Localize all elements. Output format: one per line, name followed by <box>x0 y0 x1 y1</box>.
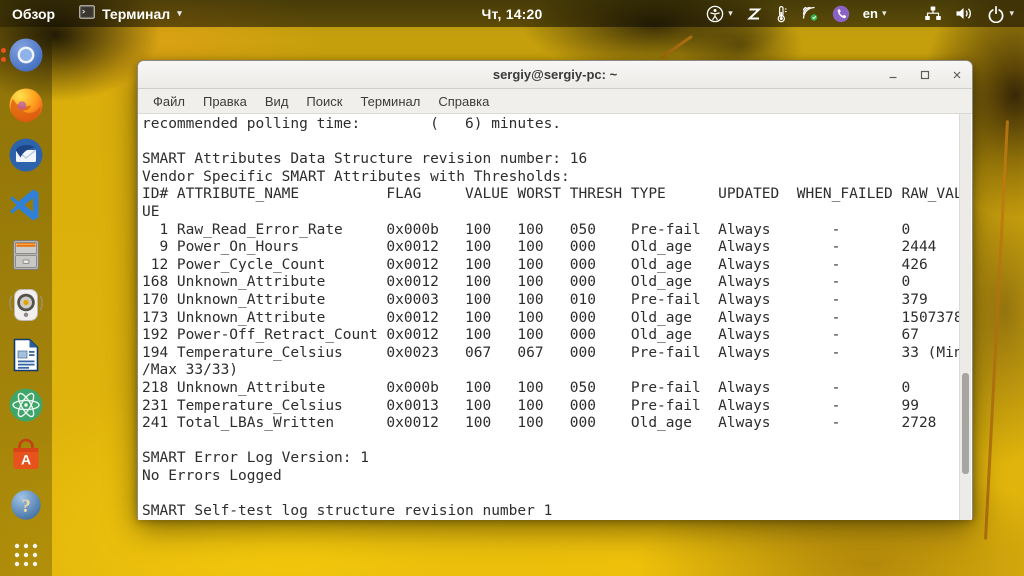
scrollbar-track[interactable] <box>959 114 971 520</box>
menu-view[interactable]: Вид <box>256 92 298 111</box>
terminal-menubar: Файл Правка Вид Поиск Терминал Справка <box>138 89 972 114</box>
window-titlebar[interactable]: sergiy@sergiy-pc: ~ <box>138 61 972 89</box>
file-cabinet-icon <box>7 236 45 274</box>
window-title: sergiy@sergiy-pc: ~ <box>492 67 618 82</box>
dock-item-atom[interactable] <box>6 386 46 424</box>
running-indicator-dots <box>1 48 6 62</box>
chevron-down-icon: ▾ <box>177 8 182 18</box>
thunderbird-icon <box>7 136 45 174</box>
speaker-app-icon <box>7 286 45 324</box>
dock-item-speaker-media[interactable] <box>6 286 46 324</box>
dock: A ? <box>0 27 52 576</box>
leaf-stem <box>660 34 693 60</box>
chevron-down-icon: ▾ <box>881 8 887 18</box>
wired-network-icon <box>924 5 942 22</box>
maximize-icon <box>920 70 930 79</box>
minimize-button[interactable] <box>884 66 902 84</box>
dock-item-vscode[interactable] <box>6 186 46 224</box>
close-icon <box>953 71 961 78</box>
help-icon: ? <box>8 487 44 523</box>
power-menu[interactable]: ▾ <box>987 5 1014 23</box>
scrollbar-thumb[interactable] <box>962 373 969 474</box>
terminal-icon <box>79 5 95 22</box>
maximize-button[interactable] <box>916 66 934 84</box>
accessibility-menu[interactable]: ▾ <box>706 5 733 23</box>
terminal-window: sergiy@sergiy-pc: ~ Файл Правка Вид Поис… <box>137 60 973 520</box>
activities-button[interactable]: Обзор <box>0 6 65 22</box>
top-panel: Обзор Терминал ▾ Чт, 14:20 ▾ en ▾ ▾ <box>0 0 1024 27</box>
menu-help[interactable]: Справка <box>429 92 498 111</box>
dock-item-chromium[interactable] <box>1 36 46 74</box>
viber-icon <box>832 5 850 23</box>
keyboard-layout-menu[interactable]: en ▾ <box>863 6 887 21</box>
network-signal-indicator[interactable] <box>801 5 819 22</box>
terminal-content-area[interactable]: recommended polling time: ( 6) minutes. … <box>138 114 972 520</box>
dock-item-libreoffice-writer[interactable] <box>6 336 46 374</box>
system-tray: ▾ en ▾ ▾ <box>706 5 1024 23</box>
menu-file[interactable]: Файл <box>144 92 194 111</box>
help-question-glyph: ? <box>21 496 30 517</box>
dock-item-ubuntu-software[interactable]: A <box>6 436 46 474</box>
software-a-glyph: A <box>21 452 31 468</box>
ubuntu-software-icon: A <box>7 436 45 474</box>
chevron-down-icon: ▾ <box>1009 8 1014 18</box>
firefox-icon <box>7 86 45 124</box>
chromium-icon <box>7 36 45 74</box>
focused-app-label: Терминал <box>102 5 171 22</box>
z-indicator-icon <box>746 6 762 22</box>
window-controls <box>884 61 966 88</box>
terminal-output[interactable]: recommended polling time: ( 6) minutes. … <box>138 114 972 520</box>
dock-item-firefox[interactable] <box>6 86 46 124</box>
keyboard-layout-label: en <box>862 6 878 21</box>
wired-network-indicator[interactable] <box>924 5 942 22</box>
minimize-icon <box>889 76 897 78</box>
z-indicator[interactable] <box>746 6 762 22</box>
show-applications-icon <box>11 540 41 570</box>
speaker-icon <box>955 5 974 22</box>
libreoffice-writer-icon <box>7 336 45 374</box>
viber-indicator[interactable] <box>832 5 850 23</box>
chevron-down-icon: ▾ <box>728 8 733 18</box>
thermometer-icon <box>775 5 788 23</box>
menu-terminal[interactable]: Терминал <box>351 92 429 111</box>
atom-icon <box>7 386 45 424</box>
menu-search[interactable]: Поиск <box>297 92 351 111</box>
menu-edit[interactable]: Правка <box>194 92 256 111</box>
focused-app-menu[interactable]: Терминал ▾ <box>73 5 188 22</box>
vscode-icon <box>7 186 45 224</box>
close-button[interactable] <box>948 66 966 84</box>
leaf-stem <box>984 120 1009 540</box>
dock-item-file-archive[interactable] <box>6 236 46 274</box>
accessibility-icon <box>706 5 724 23</box>
temperature-indicator[interactable] <box>775 5 788 23</box>
show-applications-button[interactable] <box>6 536 46 574</box>
power-icon <box>987 5 1005 23</box>
dock-item-help[interactable]: ? <box>6 486 46 524</box>
signal-icon <box>801 5 819 22</box>
clock[interactable]: Чт, 14:20 <box>481 6 542 22</box>
volume-indicator[interactable] <box>955 5 974 22</box>
dock-item-thunderbird[interactable] <box>6 136 46 174</box>
